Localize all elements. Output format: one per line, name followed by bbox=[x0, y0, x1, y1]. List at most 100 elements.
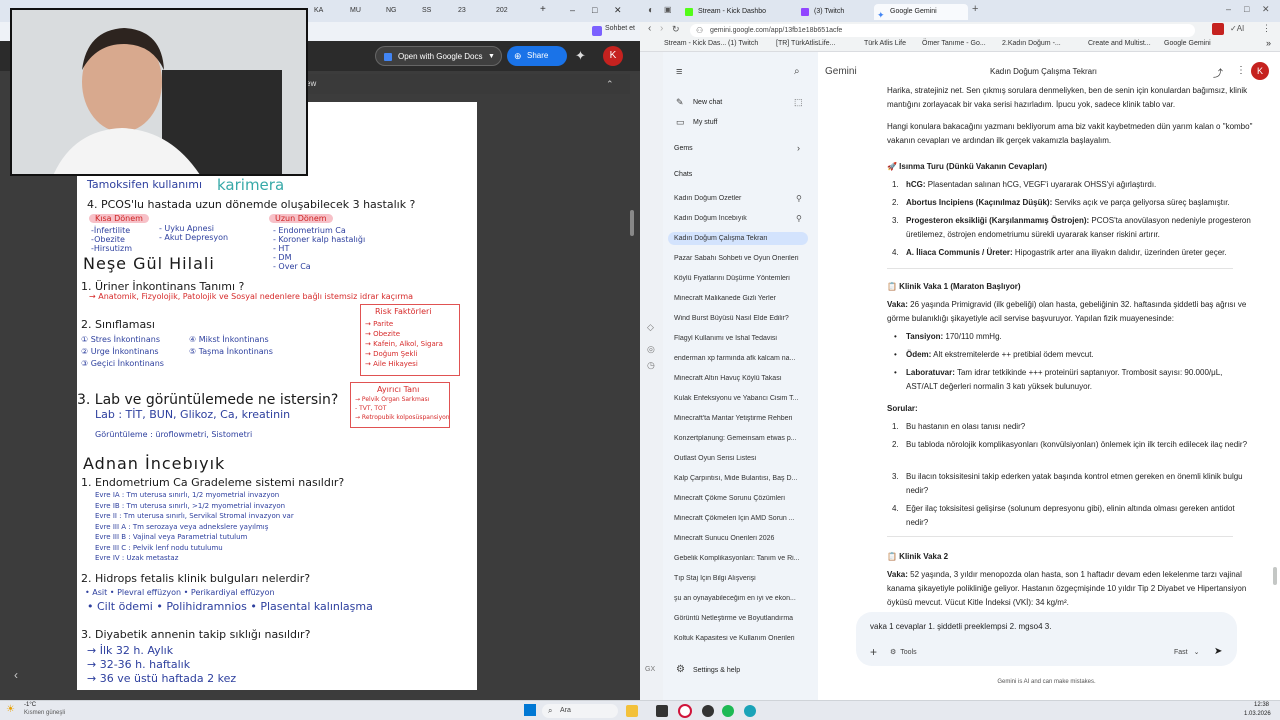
chat-item[interactable]: Minecraft Çökmeleri İçin AMD Sorun ... bbox=[674, 515, 806, 522]
minimize-icon[interactable]: – bbox=[570, 3, 582, 20]
bookmark[interactable]: Google Gemini bbox=[1164, 40, 1211, 47]
menu-icon[interactable]: ⋮ bbox=[1262, 23, 1271, 34]
settings-help-button[interactable]: ⚙ Settings & help bbox=[663, 664, 818, 680]
side-icon[interactable]: ◷ bbox=[647, 360, 655, 371]
left-tab[interactable]: 23 bbox=[454, 3, 488, 20]
bookmark[interactable]: [TR] TürkAtlisLife... bbox=[776, 40, 835, 47]
gemini-brand[interactable]: Gemini bbox=[825, 66, 857, 77]
new-chat-button[interactable]: ✎ New chat ⬚ bbox=[663, 96, 818, 112]
weather-temp[interactable]: -1°C bbox=[24, 702, 36, 708]
chat-item[interactable]: Kulak Enfeksiyonu ve Yabancı Cisim T... bbox=[674, 395, 806, 402]
spotify-icon[interactable] bbox=[722, 705, 734, 717]
profile-icon[interactable] bbox=[1212, 23, 1224, 35]
left-tab[interactable]: NG bbox=[382, 3, 416, 20]
file-explorer-icon[interactable] bbox=[626, 705, 638, 717]
obs-icon[interactable] bbox=[702, 705, 714, 717]
avatar[interactable]: K bbox=[1251, 62, 1269, 80]
back-icon[interactable]: ‹ bbox=[648, 23, 651, 34]
chat-item[interactable]: Koltuk Kapasitesi ve Kullanım Önerileri bbox=[674, 635, 806, 642]
search-icon[interactable]: ⌕ bbox=[794, 66, 800, 77]
add-icon[interactable]: + bbox=[870, 645, 877, 659]
tools-button[interactable]: ⚙ Tools bbox=[890, 648, 917, 656]
bookmark[interactable]: (1) Twitch bbox=[728, 40, 758, 47]
hamburger-icon[interactable]: ≡ bbox=[676, 66, 682, 78]
prompt-input[interactable]: vaka 1 cevaplar 1. şiddetli preeklempsi … bbox=[870, 622, 1051, 631]
close-icon[interactable]: ✕ bbox=[1262, 4, 1270, 15]
send-icon[interactable]: ➤ bbox=[1214, 646, 1222, 657]
chat-item[interactable]: Minecraft Altın Havuç Köylü Takası bbox=[674, 375, 806, 382]
avatar[interactable]: K bbox=[603, 46, 623, 66]
left-tab[interactable]: MU bbox=[346, 3, 380, 20]
chat-item[interactable]: Kadın Doğum Özetler bbox=[674, 195, 806, 202]
bookmark[interactable]: 2.Kadın Doğum -... bbox=[1002, 40, 1061, 47]
chat-item[interactable]: şu an oynayabileceğim en iyi ve ekon... bbox=[674, 595, 806, 602]
scrollbar-thumb[interactable] bbox=[1273, 567, 1277, 585]
bookmark[interactable]: Ömer Tanıme - Go... bbox=[922, 40, 986, 47]
ai-icon[interactable]: ✓AI bbox=[1230, 24, 1244, 33]
chat-item[interactable]: Outlast Oyun Serisi Listesi bbox=[674, 455, 806, 462]
new-tab-icon[interactable]: + bbox=[972, 3, 978, 15]
chat-item[interactable]: Minecraft'ta Mantar Yetiştirme Rehberi bbox=[674, 415, 806, 422]
site-info-icon[interactable]: ⚇ bbox=[696, 24, 703, 37]
side-icon[interactable]: ◇ bbox=[647, 322, 654, 333]
scrollbar-thumb[interactable] bbox=[630, 210, 634, 236]
pin-icon[interactable]: ⚲ bbox=[796, 194, 802, 203]
edge-icon[interactable] bbox=[744, 705, 756, 717]
chat-item-active[interactable]: Kadın Doğum Çalışma Tekrarı bbox=[668, 232, 808, 245]
bookmark[interactable]: Create and Multist... bbox=[1088, 40, 1151, 47]
prev-page-icon[interactable]: ‹ bbox=[14, 668, 18, 682]
bookmark[interactable]: Türk Atlis Life bbox=[864, 40, 906, 47]
opera-gx-icon[interactable] bbox=[678, 704, 692, 718]
left-tab[interactable]: KA bbox=[310, 3, 344, 20]
close-icon[interactable]: ✕ bbox=[614, 3, 628, 20]
left-tab[interactable]: 202 bbox=[492, 3, 526, 20]
chat-item[interactable]: Wind Burst Büyüsü Nasıl Elde Edilir? bbox=[674, 315, 806, 322]
side-icon[interactable]: GX bbox=[645, 666, 655, 673]
chat-item[interactable]: Minecraft Çökme Sorunu Çözümleri bbox=[674, 495, 806, 502]
chevron-up-icon[interactable]: ⌃ bbox=[606, 74, 614, 94]
open-with-docs-button[interactable]: Open with Google Docs ▼ bbox=[375, 46, 502, 66]
terminal-icon[interactable] bbox=[656, 705, 668, 717]
taskbar-search[interactable]: ⌕ Ara bbox=[542, 704, 618, 718]
extension-icon[interactable] bbox=[592, 26, 602, 36]
my-stuff-button[interactable]: ▭ My stuff bbox=[663, 116, 818, 132]
gemini-spark-icon[interactable]: ✦ bbox=[575, 48, 586, 64]
right-tab[interactable]: (3) Twitch bbox=[798, 4, 872, 20]
pin-icon[interactable]: ⚲ bbox=[796, 214, 802, 223]
new-tab-icon[interactable]: + bbox=[538, 3, 552, 20]
more-options-icon[interactable]: ⋮ bbox=[1236, 65, 1246, 76]
more-bookmarks-icon[interactable]: » bbox=[1266, 38, 1271, 48]
mode-dropdown[interactable]: Fast ⌄ bbox=[1174, 648, 1200, 656]
chat-button[interactable]: Sohbet et bbox=[605, 25, 635, 32]
chat-item[interactable]: Minecraft Malikanede Gizli Yerler bbox=[674, 295, 806, 302]
tab-list-icon[interactable]: ▣ bbox=[664, 5, 672, 14]
minimize-icon[interactable]: – bbox=[1226, 4, 1231, 14]
chat-item[interactable]: Tıp Staj İçin Bilgi Alışverişi bbox=[674, 575, 806, 582]
chat-item[interactable]: Minecraft Sunucu Önerileri 2026 bbox=[674, 535, 806, 542]
reload-icon[interactable]: ↻ bbox=[672, 24, 680, 35]
url-field[interactable]: ⚇ gemini.google.com/app/13fb1e18b651acfe bbox=[690, 24, 1195, 37]
share-icon[interactable]: ⤴ bbox=[1213, 65, 1223, 80]
chat-item[interactable]: Köylü Fiyatlarını Düşürme Yöntemleri bbox=[674, 275, 806, 282]
share-button[interactable]: ⊕ Share bbox=[507, 46, 567, 66]
chat-item[interactable]: Gebelik Komplikasyonları: Tanım ve Ri... bbox=[674, 555, 806, 562]
gems-button[interactable]: Gems › bbox=[663, 142, 818, 158]
right-tab[interactable]: Stream - Kick Dashbo bbox=[682, 4, 794, 20]
clock-time[interactable]: 12:38 bbox=[1254, 702, 1269, 708]
right-tab-active[interactable]: ✦ Google Gemini bbox=[874, 4, 968, 20]
chat-item[interactable]: enderman xp farmında afk kalcam na... bbox=[674, 355, 806, 362]
clock-date[interactable]: 1.03.2026 bbox=[1244, 711, 1271, 717]
prompt-input-box[interactable]: vaka 1 cevaplar 1. şiddetli preeklempsi … bbox=[856, 612, 1237, 666]
chat-item[interactable]: Kadın Doğum İncebıyık bbox=[674, 215, 806, 222]
maximize-icon[interactable]: □ bbox=[1244, 4, 1249, 14]
left-tab[interactable]: SS bbox=[418, 3, 452, 20]
weather-desc[interactable]: Kısmen güneşli bbox=[24, 710, 65, 716]
side-icon[interactable]: ◎ bbox=[647, 344, 655, 355]
maximize-icon[interactable]: □ bbox=[592, 3, 604, 20]
chat-item[interactable]: Flagyl Kullanımı ve İshal Tedavisi bbox=[674, 335, 806, 342]
chat-item[interactable]: Pazar Sabahı Sohbeti ve Oyun Önerileri bbox=[674, 255, 806, 262]
windows-start-icon[interactable] bbox=[524, 704, 536, 716]
chat-item[interactable]: Kalp Çarpıntısı, Mide Bulantısı, Baş D..… bbox=[674, 475, 806, 482]
temporary-chat-icon[interactable]: ⬚ bbox=[794, 97, 803, 108]
bookmark[interactable]: Stream - Kick Das... bbox=[664, 40, 726, 47]
